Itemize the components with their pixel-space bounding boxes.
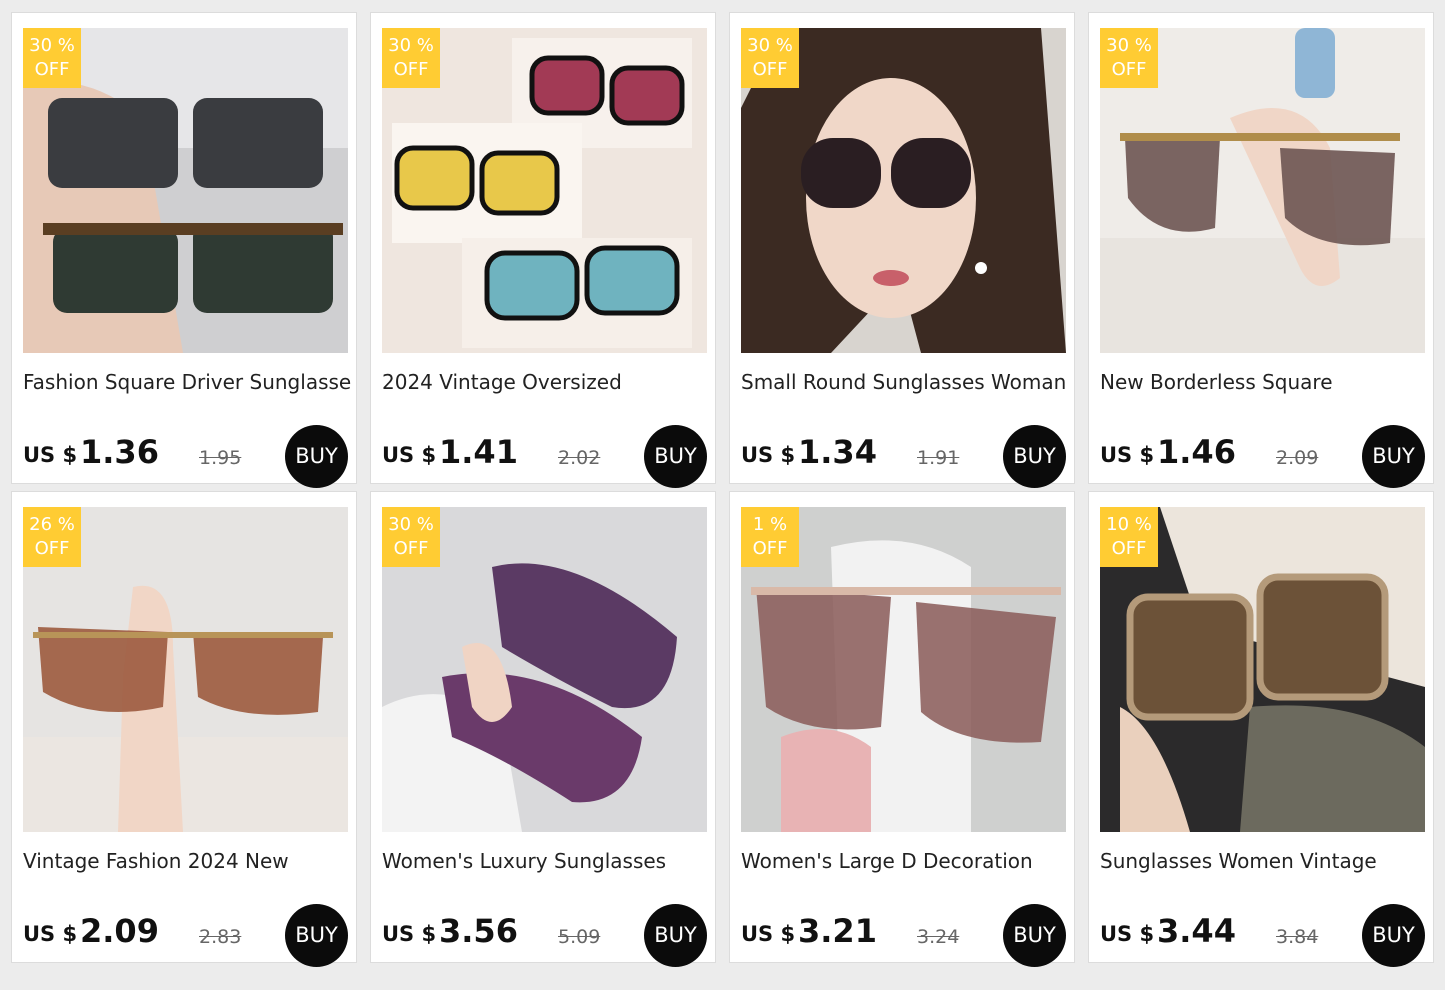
sale-price: 1.46 <box>1157 433 1236 471</box>
original-price: 2.83 <box>199 926 242 948</box>
discount-off-label: OFF <box>752 538 788 559</box>
price-row: US $ 1.41 2.02 BUY <box>382 425 707 491</box>
discount-percent: 30 % <box>29 35 75 56</box>
sale-price: 1.36 <box>80 433 159 471</box>
product-card[interactable]: 30 % OFF 2024 Vintage Oversized US $ 1.4… <box>370 12 716 488</box>
discount-percent: 30 % <box>747 35 793 56</box>
sale-price: 3.21 <box>798 912 877 950</box>
price-row: US $ 2.09 2.83 BUY <box>23 904 348 970</box>
buy-button[interactable]: BUY <box>1362 425 1425 488</box>
product-card[interactable]: 26 % OFF Vintage Fashion 2024 New US $ 2… <box>11 491 357 967</box>
product-title[interactable]: Small Round Sunglasses Woman <box>741 370 1069 394</box>
product-card[interactable]: 30 % OFF Women's Luxury Sunglasses US $ … <box>370 491 716 967</box>
product-image[interactable]: 30 % OFF <box>382 28 707 353</box>
discount-badge: 30 % OFF <box>382 28 440 88</box>
discount-off-label: OFF <box>1111 59 1147 80</box>
currency-label: US $ <box>741 922 796 946</box>
discount-off-label: OFF <box>393 59 429 80</box>
discount-off-label: OFF <box>393 538 429 559</box>
product-title[interactable]: Women's Luxury Sunglasses <box>382 849 710 873</box>
product-title[interactable]: Vintage Fashion 2024 New <box>23 849 351 873</box>
product-card[interactable]: 30 % OFF Fashion Square Driver Sunglasse… <box>11 12 357 488</box>
sale-price: 3.44 <box>1157 912 1236 950</box>
original-price: 3.24 <box>917 926 960 948</box>
buy-button[interactable]: BUY <box>1003 425 1066 488</box>
discount-badge: 30 % OFF <box>1100 28 1158 88</box>
product-title[interactable]: 2024 Vintage Oversized <box>382 370 710 394</box>
product-image[interactable]: 30 % OFF <box>23 28 348 353</box>
buy-button[interactable]: BUY <box>285 904 348 967</box>
product-image[interactable]: 30 % OFF <box>382 507 707 832</box>
product-title[interactable]: Fashion Square Driver Sunglasses <box>23 370 351 394</box>
discount-off-label: OFF <box>1111 538 1147 559</box>
price-row: US $ 1.46 2.09 BUY <box>1100 425 1425 491</box>
currency-label: US $ <box>382 922 437 946</box>
product-card[interactable]: 10 % OFF Sunglasses Women Vintage US $ 3… <box>1088 491 1434 967</box>
product-grid: 30 % OFF Fashion Square Driver Sunglasse… <box>0 0 1445 990</box>
product-title[interactable]: Sunglasses Women Vintage <box>1100 849 1428 873</box>
buy-button[interactable]: BUY <box>1362 904 1425 967</box>
buy-button[interactable]: BUY <box>285 425 348 488</box>
original-price: 1.91 <box>917 447 960 469</box>
discount-off-label: OFF <box>34 59 70 80</box>
product-card[interactable]: 1 % OFF Women's Large D Decoration US $ … <box>729 491 1075 967</box>
discount-badge: 30 % OFF <box>23 28 81 88</box>
discount-off-label: OFF <box>34 538 70 559</box>
original-price: 3.84 <box>1276 926 1319 948</box>
discount-percent: 26 % <box>29 514 75 535</box>
product-image[interactable]: 26 % OFF <box>23 507 348 832</box>
original-price: 2.02 <box>558 447 601 469</box>
discount-percent: 10 % <box>1106 514 1152 535</box>
currency-label: US $ <box>23 922 78 946</box>
currency-label: US $ <box>741 443 796 467</box>
sale-price: 1.34 <box>798 433 877 471</box>
product-card[interactable]: 30 % OFF Small Round Sunglasses Woman US… <box>729 12 1075 488</box>
currency-label: US $ <box>382 443 437 467</box>
price-row: US $ 1.36 1.95 BUY <box>23 425 348 491</box>
discount-badge: 1 % OFF <box>741 507 799 567</box>
buy-button[interactable]: BUY <box>644 904 707 967</box>
sale-price: 2.09 <box>80 912 159 950</box>
discount-badge: 30 % OFF <box>382 507 440 567</box>
product-image[interactable]: 1 % OFF <box>741 507 1066 832</box>
discount-percent: 1 % <box>752 514 788 535</box>
currency-label: US $ <box>1100 443 1155 467</box>
product-image[interactable]: 30 % OFF <box>741 28 1066 353</box>
price-row: US $ 3.44 3.84 BUY <box>1100 904 1425 970</box>
price-row: US $ 1.34 1.91 BUY <box>741 425 1066 491</box>
buy-button[interactable]: BUY <box>644 425 707 488</box>
discount-badge: 26 % OFF <box>23 507 81 567</box>
product-title[interactable]: Women's Large D Decoration <box>741 849 1069 873</box>
discount-percent: 30 % <box>388 35 434 56</box>
discount-badge: 10 % OFF <box>1100 507 1158 567</box>
original-price: 2.09 <box>1276 447 1319 469</box>
price-row: US $ 3.56 5.09 BUY <box>382 904 707 970</box>
discount-off-label: OFF <box>752 59 788 80</box>
product-image[interactable]: 10 % OFF <box>1100 507 1425 832</box>
discount-percent: 30 % <box>1106 35 1152 56</box>
discount-badge: 30 % OFF <box>741 28 799 88</box>
product-image[interactable]: 30 % OFF <box>1100 28 1425 353</box>
buy-button[interactable]: BUY <box>1003 904 1066 967</box>
product-card[interactable]: 30 % OFF New Borderless Square US $ 1.46… <box>1088 12 1434 488</box>
original-price: 1.95 <box>199 447 242 469</box>
price-row: US $ 3.21 3.24 BUY <box>741 904 1066 970</box>
discount-percent: 30 % <box>388 514 434 535</box>
currency-label: US $ <box>1100 922 1155 946</box>
currency-label: US $ <box>23 443 78 467</box>
original-price: 5.09 <box>558 926 601 948</box>
sale-price: 1.41 <box>439 433 518 471</box>
sale-price: 3.56 <box>439 912 518 950</box>
product-title[interactable]: New Borderless Square <box>1100 370 1428 394</box>
